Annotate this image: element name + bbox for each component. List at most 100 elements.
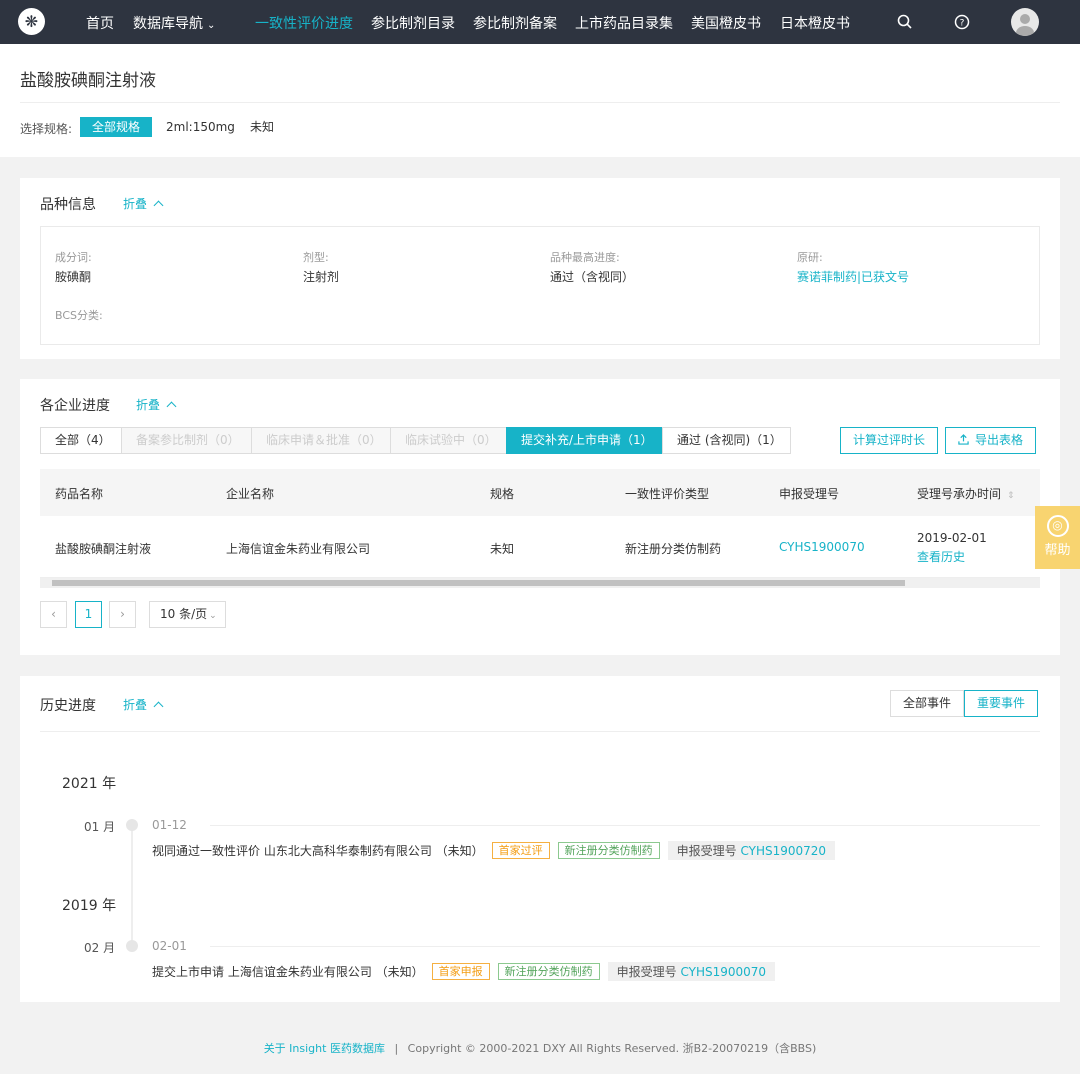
filter-all-events[interactable]: 全部事件 — [890, 690, 965, 717]
page-title: 盐酸胺碘酮注射液 — [20, 71, 156, 91]
event-date: 01-12 — [152, 818, 187, 832]
fold-toggle[interactable]: 折叠 — [123, 696, 164, 713]
variety-info-card: 品种信息 折叠 成分词: 胺碘酮 剂型: 注射剂 品种最高进度: 通过（含视同）… — [20, 178, 1060, 359]
about-link[interactable]: 关于 Insight 医药数据库 — [264, 1042, 385, 1055]
event-text: 提交上市申请 上海信谊金朱药业有限公司 （未知） — [152, 965, 424, 979]
page-size-select[interactable]: 10 条/页 ⌄ — [149, 601, 226, 628]
column-header: 申报受理号 — [779, 487, 840, 501]
cell-drug: 盐酸胺碘酮注射液 — [55, 542, 152, 556]
nav-home[interactable]: 首页 — [86, 13, 114, 33]
field-label: 剂型: — [303, 251, 329, 264]
field-label: BCS分类: — [55, 309, 103, 322]
originator-link[interactable]: 赛诺菲制药|已获文号 — [797, 268, 909, 285]
event-text: 视同通过一致性评价 山东北大高科华泰制药有限公司 （未知） — [152, 844, 484, 858]
nav-reference-catalog[interactable]: 参比制剂目录 — [371, 13, 455, 33]
footer: 关于 Insight 医药数据库 | Copyright © 2000-2021… — [0, 1023, 1080, 1074]
chevron-up-icon — [166, 401, 177, 412]
tag-first-filing: 首家申报 — [431, 963, 490, 980]
history-progress-card: 历史进度 折叠 全部事件 重要事件 2021 年 01 月 01-12 视同通过… — [20, 676, 1060, 1002]
fold-label: 折叠 — [123, 197, 148, 211]
timeline-dot — [126, 819, 138, 831]
copyright-text: Copyright © 2000-2021 DXY All Rights Res… — [407, 1042, 817, 1055]
page-size-label: 10 条/页 — [160, 607, 208, 621]
timeline-dot — [126, 940, 138, 952]
company-progress-card: 各企业进度 折叠 全部（4） 备案参比制剂（0） 临床申请＆批准（0） 临床试验… — [20, 379, 1060, 655]
fold-toggle[interactable]: 折叠 — [136, 396, 177, 413]
top-navigation-bar: ❋ 首页 数据库导航 ⌄ 一致性评价进度 参比制剂目录 参比制剂备案 上市药品目录… — [0, 0, 1080, 44]
accept-no-label: 申报受理号 — [616, 965, 677, 979]
help-float-button[interactable]: ◎ 帮助 — [1035, 506, 1080, 569]
table-header: 药品名称 企业名称 规格 一致性评价类型 申报受理号 受理号承办时间 ⇕ — [40, 469, 1040, 516]
section-title: 历史进度 — [40, 698, 96, 714]
field-label: 成分词: — [55, 251, 92, 264]
export-label: 导出表格 — [975, 433, 1024, 447]
table-row: 盐酸胺碘酮注射液 上海信谊金朱药业有限公司 未知 新注册分类仿制药 CYHS19… — [40, 516, 1040, 578]
tab-clinical-trial[interactable]: 临床试验中（0） — [390, 427, 507, 454]
chevron-up-icon — [153, 701, 164, 712]
column-header: 一致性评价类型 — [625, 487, 710, 501]
timeline-event: 视同通过一致性评价 山东北大高科华泰制药有限公司 （未知） 首家过评 新注册分类… — [152, 841, 836, 860]
tab-clinical-application[interactable]: 临床申请＆批准（0） — [251, 427, 391, 454]
prev-page-button[interactable]: ‹ — [40, 601, 67, 628]
timeline-row-line — [210, 825, 1040, 826]
tab-reference-filing[interactable]: 备案参比制剂（0） — [121, 427, 252, 454]
nav-database-navigation[interactable]: 数据库导航 ⌄ — [133, 13, 215, 33]
filter-important-events[interactable]: 重要事件 — [964, 690, 1039, 717]
section-title: 各企业进度 — [40, 398, 110, 414]
export-icon — [958, 434, 969, 445]
fold-label: 折叠 — [136, 398, 161, 412]
accept-no-link[interactable]: CYHS1900070 — [680, 965, 766, 979]
view-history-link[interactable]: 查看历史 — [917, 548, 965, 565]
scrollbar-thumb[interactable] — [52, 580, 905, 586]
column-header-label: 受理号承办时间 — [917, 487, 1002, 501]
timeline-month: 02 月 — [84, 941, 116, 955]
nav-japan-orange-book[interactable]: 日本橙皮书 — [780, 13, 850, 33]
spec-option-all[interactable]: 全部规格 — [80, 117, 153, 137]
help-icon[interactable]: ? — [952, 12, 972, 32]
svg-text:?: ? — [960, 19, 965, 29]
nav-reference-filing[interactable]: 参比制剂备案 — [473, 13, 557, 33]
section-title: 品种信息 — [40, 197, 96, 213]
horizontal-scrollbar[interactable] — [40, 578, 1040, 588]
column-header: 企业名称 — [226, 487, 275, 501]
accept-no-link[interactable]: CYHS1900720 — [740, 844, 826, 858]
tag-new-generic: 新注册分类仿制药 — [497, 963, 600, 980]
footer-separator: | — [394, 1042, 399, 1055]
tab-passed[interactable]: 通过 (含视同)（1） — [662, 427, 791, 454]
spec-label: 选择规格: — [20, 122, 73, 136]
sortable-column-header[interactable]: 受理号承办时间 ⇕ — [917, 485, 1015, 502]
field-label: 品种最高进度: — [550, 251, 620, 264]
accept-no-badge: 申报受理号 CYHS1900070 — [607, 962, 776, 981]
export-table-button[interactable]: 导出表格 — [945, 427, 1037, 454]
nav-consistency-progress[interactable]: 一致性评价进度 — [255, 13, 353, 33]
divider — [20, 102, 1060, 103]
tab-submitted-application[interactable]: 提交补充/上市申请（1） — [506, 427, 663, 454]
help-circle-icon: ◎ — [1046, 515, 1069, 537]
tag-first-pass: 首家过评 — [491, 842, 550, 859]
tab-all[interactable]: 全部（4） — [40, 427, 122, 454]
cell-accept-no-link[interactable]: CYHS1900070 — [779, 540, 865, 554]
nav-marketed-drug-catalog[interactable]: 上市药品目录集 — [575, 13, 673, 33]
divider — [40, 731, 1040, 732]
next-page-button[interactable]: › — [109, 601, 136, 628]
logo[interactable]: ❋ — [18, 8, 45, 35]
calc-duration-button[interactable]: 计算过评时长 — [840, 427, 939, 454]
page-number-button[interactable]: 1 — [75, 601, 102, 628]
accept-no-badge: 申报受理号 CYHS1900720 — [667, 841, 836, 860]
spec-option-unknown[interactable]: 未知 — [238, 117, 286, 137]
user-icon — [1016, 14, 1034, 36]
spec-option-2ml[interactable]: 2ml:150mg — [154, 117, 247, 137]
chevron-down-icon: ⌄ — [209, 611, 217, 621]
user-avatar[interactable] — [1011, 8, 1039, 36]
variety-info-box: 成分词: 胺碘酮 剂型: 注射剂 品种最高进度: 通过（含视同） 原研: 赛诺菲… — [40, 226, 1040, 345]
nav-us-orange-book[interactable]: 美国橙皮书 — [691, 13, 761, 33]
timeline-event: 提交上市申请 上海信谊金朱药业有限公司 （未知） 首家申报 新注册分类仿制药 申… — [152, 962, 776, 981]
accept-no-label: 申报受理号 — [676, 844, 737, 858]
timeline-year: 2021 年 — [62, 776, 117, 792]
search-icon[interactable] — [895, 12, 915, 32]
fold-label: 折叠 — [123, 698, 148, 712]
fold-toggle[interactable]: 折叠 — [123, 195, 164, 212]
sort-icon: ⇕ — [1007, 491, 1015, 501]
help-label: 帮助 — [1044, 543, 1071, 558]
timeline-month: 01 月 — [84, 820, 116, 834]
